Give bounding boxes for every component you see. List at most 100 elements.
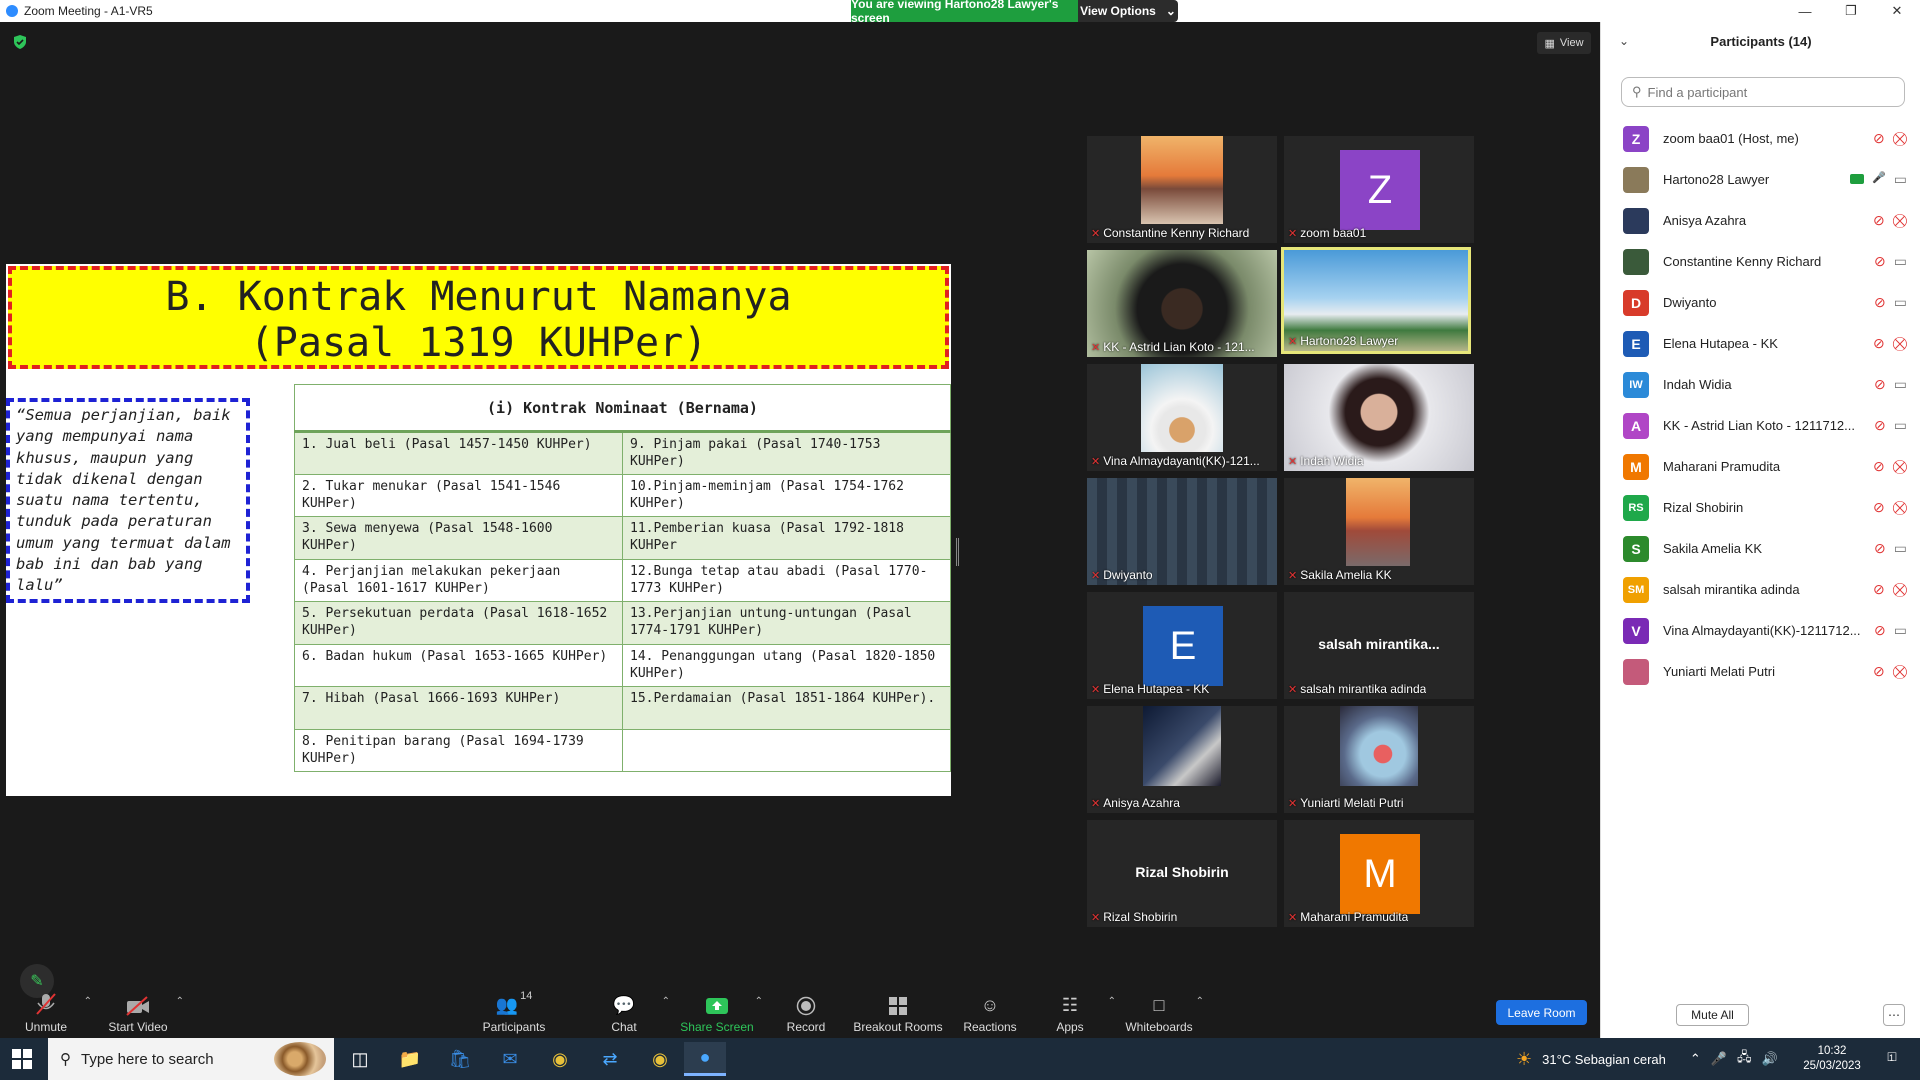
participant-row[interactable]: M Maharani Pramudita ⊘ ⛒ [1601, 446, 1920, 487]
chrome-icon[interactable]: ◉ [539, 1042, 581, 1076]
participant-row[interactable]: E Elena Hutapea - KK ⊘ ⛒ [1601, 323, 1920, 364]
participant-row[interactable]: Constantine Kenny Richard ⊘ ▭ [1601, 241, 1920, 282]
video-tile[interactable]: ✕ Anisya Azahra [1087, 706, 1277, 813]
video-on-icon[interactable]: ▭ [1894, 376, 1907, 393]
video-tile[interactable]: Z ✕ zoom baa01 [1284, 136, 1474, 243]
video-on-icon[interactable]: ▭ [1894, 171, 1907, 188]
volume-icon[interactable]: 🔊 [1761, 1051, 1777, 1067]
muted-mic-icon[interactable]: ⊘ [1873, 130, 1885, 147]
audio-options-caret-icon[interactable]: ⌃ [84, 996, 92, 1007]
minimize-icon[interactable]: — [1782, 0, 1828, 22]
video-off-icon[interactable]: ⛒ [1893, 130, 1907, 147]
participant-row[interactable]: Hartono28 Lawyer 🎤 ▭ [1601, 159, 1920, 200]
microphone-icon[interactable]: 🎤 [1711, 1051, 1727, 1067]
share-caret-icon[interactable]: ⌃ [755, 996, 763, 1007]
muted-mic-icon[interactable]: ⊘ [1873, 581, 1885, 598]
video-off-icon[interactable]: ⛒ [1893, 499, 1907, 516]
video-on-icon[interactable]: ▭ [1894, 622, 1907, 639]
record-button[interactable]: Record [766, 990, 846, 1038]
video-tile[interactable]: ✕ Yuniarti Melati Putri [1284, 706, 1474, 813]
start-video-button[interactable]: Start Video ⌃ [98, 990, 184, 1038]
apps-caret-icon[interactable]: ⌃ [1108, 996, 1116, 1007]
mail-icon[interactable]: ✉ [489, 1042, 531, 1076]
video-off-icon[interactable]: ⛒ [1893, 663, 1907, 680]
muted-mic-icon[interactable]: ⊘ [1873, 458, 1885, 475]
participant-row[interactable]: Zzoom baa01 (Host, me) ⊘ ⛒ [1601, 118, 1920, 159]
video-tile[interactable]: M ✕ Maharani Pramudita [1284, 820, 1474, 927]
participant-row[interactable]: A KK - Astrid Lian Koto - 1211712... ⊘ ▭ [1601, 405, 1920, 446]
video-tile[interactable]: Rizal Shobirin ✕ Rizal Shobirin [1087, 820, 1277, 927]
video-tile[interactable]: E ✕ Elena Hutapea - KK [1087, 592, 1277, 699]
notifications-icon[interactable]: □ 1 [1880, 1048, 1904, 1070]
participants-button[interactable]: 👥 14 Participants [474, 990, 554, 1038]
muted-mic-icon[interactable]: ⊘ [1873, 499, 1885, 516]
microsoft-store-icon[interactable]: 🛍 [439, 1042, 481, 1076]
muted-mic-icon[interactable]: ⊘ [1874, 540, 1886, 557]
video-tile[interactable]: ✕ Dwiyanto [1087, 478, 1277, 585]
muted-mic-icon[interactable]: ⊘ [1873, 212, 1885, 229]
tray-chevron-icon[interactable]: ⌃ [1690, 1051, 1701, 1067]
whiteboards-button[interactable]: □ Whiteboards ⌃ [1120, 990, 1204, 1038]
breakout-rooms-button[interactable]: Breakout Rooms [848, 990, 948, 1038]
muted-mic-icon[interactable]: ⊘ [1874, 294, 1886, 311]
video-tile[interactable]: ✕ Hartono28 Lawyer [1281, 247, 1471, 354]
video-on-icon[interactable]: ▭ [1894, 253, 1907, 270]
muted-mic-icon[interactable]: ⊘ [1873, 663, 1885, 680]
video-tile[interactable]: ✕ Sakila Amelia KK [1284, 478, 1474, 585]
muted-mic-icon[interactable]: ⊘ [1874, 253, 1886, 270]
participant-row[interactable]: Anisya Azahra ⊘ ⛒ [1601, 200, 1920, 241]
zoom-taskbar-icon[interactable]: ● [684, 1042, 726, 1076]
participant-row[interactable]: Yuniarti Melati Putri ⊘ ⛒ [1601, 651, 1920, 692]
restore-icon[interactable]: ❐ [1828, 0, 1874, 22]
muted-mic-icon[interactable]: ⊘ [1873, 335, 1885, 352]
mute-all-button[interactable]: Mute All [1676, 1004, 1749, 1026]
reactions-button[interactable]: ☺ Reactions [950, 990, 1030, 1038]
video-tile[interactable]: ✕ Indah Widia [1284, 364, 1474, 471]
video-tile[interactable]: salsah mirantika... ✕ salsah mirantika adi… [1284, 592, 1474, 699]
whiteboards-caret-icon[interactable]: ⌃ [1196, 996, 1204, 1007]
task-view-icon[interactable]: ◫ [339, 1042, 381, 1076]
close-icon[interactable]: ✕ [1874, 0, 1920, 22]
splitter-handle[interactable] [956, 538, 959, 566]
video-off-icon[interactable]: ⛒ [1893, 335, 1907, 352]
video-on-icon[interactable]: ▭ [1894, 540, 1907, 557]
muted-mic-icon[interactable]: ⊘ [1874, 376, 1886, 393]
share-screen-button[interactable]: Share Screen ⌃ [677, 990, 763, 1038]
participant-row[interactable]: D Dwiyanto ⊘ ▭ [1601, 282, 1920, 323]
file-explorer-icon[interactable]: 📁 [389, 1042, 431, 1076]
muted-mic-icon[interactable]: ⊘ [1874, 622, 1886, 639]
video-options-caret-icon[interactable]: ⌃ [176, 996, 184, 1007]
video-tile[interactable]: ✕ KK - Astrid Lian Koto - 121... [1087, 250, 1277, 357]
chrome-profile-icon[interactable]: ◉ [639, 1042, 681, 1076]
video-tile[interactable]: ✕ Constantine Kenny Richard [1087, 136, 1277, 243]
muted-mic-icon[interactable]: ⊘ [1874, 417, 1886, 434]
video-on-icon[interactable]: ▭ [1894, 417, 1907, 434]
video-off-icon[interactable]: ⛒ [1893, 212, 1907, 229]
microphone-icon[interactable]: 🎤 [1872, 171, 1886, 188]
leave-room-button[interactable]: Leave Room [1496, 1000, 1587, 1025]
participant-row[interactable]: V Vina Almaydayanti(KK)-1211712... ⊘ ▭ [1601, 610, 1920, 651]
participant-search-input[interactable]: ⚲ Find a participant [1621, 77, 1905, 107]
encryption-shield-icon[interactable] [12, 34, 28, 50]
weather-text[interactable]: 31°C Sebagian cerah [1542, 1052, 1666, 1067]
windows-start-icon[interactable] [12, 1049, 32, 1069]
participant-row[interactable]: RS Rizal Shobirin ⊘ ⛒ [1601, 487, 1920, 528]
chat-button[interactable]: 💬 Chat ⌃ [584, 990, 670, 1038]
video-on-icon[interactable]: ▭ [1894, 294, 1907, 311]
network-icon[interactable]: 🖧 [1737, 1048, 1752, 1070]
video-off-icon[interactable]: ⛒ [1893, 458, 1907, 475]
clock[interactable]: 10:32 25/03/2023 [1796, 1044, 1868, 1074]
view-options-button[interactable]: View Options ⌄ [1078, 0, 1178, 22]
teamviewer-icon[interactable]: ⇄ [589, 1042, 631, 1076]
view-button[interactable]: ▦ View [1537, 32, 1591, 54]
chat-caret-icon[interactable]: ⌃ [662, 996, 670, 1007]
participant-row[interactable]: S Sakila Amelia KK ⊘ ▭ [1601, 528, 1920, 569]
apps-button[interactable]: ☷ Apps ⌃ [1030, 990, 1116, 1038]
taskbar-search-input[interactable]: ⚲ Type here to search [48, 1038, 334, 1080]
participant-row[interactable]: SM salsah mirantika adinda ⊘ ⛒ [1601, 569, 1920, 610]
video-tile[interactable]: ✕ Vina Almaydayanti(KK)-121... [1087, 364, 1277, 471]
more-options-icon[interactable]: ⋯ [1883, 1004, 1905, 1026]
participant-row[interactable]: IW Indah Widia ⊘ ▭ [1601, 364, 1920, 405]
unmute-button[interactable]: Unmute ⌃ [6, 990, 92, 1038]
video-off-icon[interactable]: ⛒ [1893, 581, 1907, 598]
